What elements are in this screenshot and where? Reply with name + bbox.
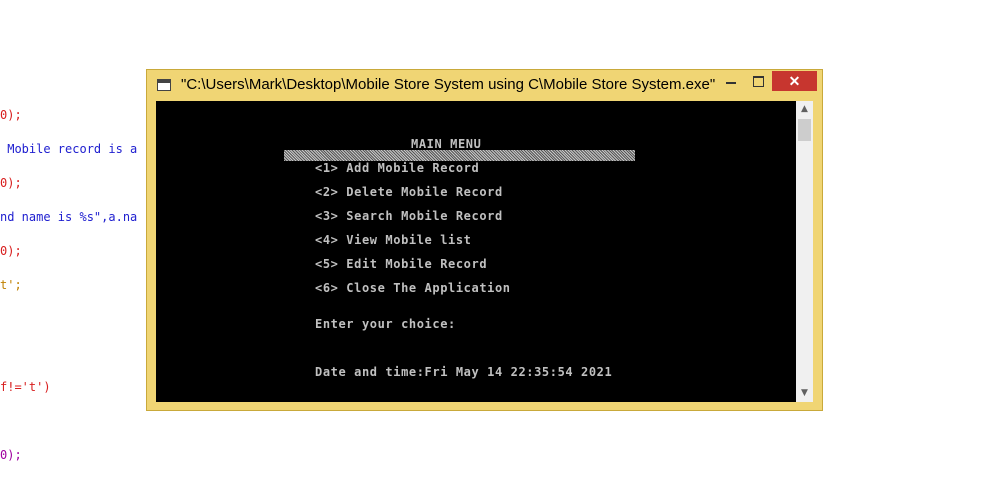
code-line: t'; [0, 278, 22, 292]
menu-item: <2> Delete Mobile Record [315, 185, 503, 199]
close-button[interactable]: ✕ [772, 71, 817, 91]
menu-item: <1> Add Mobile Record [315, 161, 480, 175]
scroll-up-icon[interactable]: ▲ [796, 101, 813, 118]
code-line: 0); [0, 108, 22, 122]
menu-separator [284, 150, 635, 161]
code-line: 0); [0, 244, 22, 258]
code-line: 0); [0, 448, 22, 462]
console-app-icon[interactable] [157, 79, 171, 91]
menu-item: <5> Edit Mobile Record [315, 257, 488, 271]
maximize-button[interactable] [745, 71, 771, 91]
scroll-down-icon[interactable]: ▼ [796, 385, 813, 402]
window-title: "C:\Users\Mark\Desktop\Mobile Store Syst… [181, 76, 716, 93]
code-line: f!='t') [0, 380, 51, 394]
vertical-scrollbar[interactable]: ▲ ▼ [796, 101, 813, 402]
title-bar[interactable]: "C:\Users\Mark\Desktop\Mobile Store Syst… [147, 70, 822, 102]
menu-item: <3> Search Mobile Record [315, 209, 503, 223]
maximize-icon [753, 76, 764, 87]
console-output[interactable]: MAIN MENU <1> Add Mobile Record <2> Dele… [156, 101, 813, 402]
close-icon: ✕ [788, 73, 801, 89]
code-line: nd name is %s",a.na [0, 210, 138, 224]
code-line: Mobile record is a [0, 142, 138, 156]
menu-item: <4> View Mobile list [315, 233, 472, 247]
input-prompt: Enter your choice: [315, 317, 456, 331]
menu-item: <6> Close The Application [315, 281, 511, 295]
menu-title: MAIN MENU [411, 137, 482, 151]
minimize-icon [726, 82, 736, 84]
datetime-text: Date and time:Fri May 14 22:35:54 2021 [315, 365, 613, 379]
code-line: 0); [0, 176, 22, 190]
minimize-button[interactable] [718, 71, 744, 91]
console-window[interactable]: "C:\Users\Mark\Desktop\Mobile Store Syst… [146, 69, 823, 411]
scroll-thumb[interactable] [798, 119, 811, 141]
